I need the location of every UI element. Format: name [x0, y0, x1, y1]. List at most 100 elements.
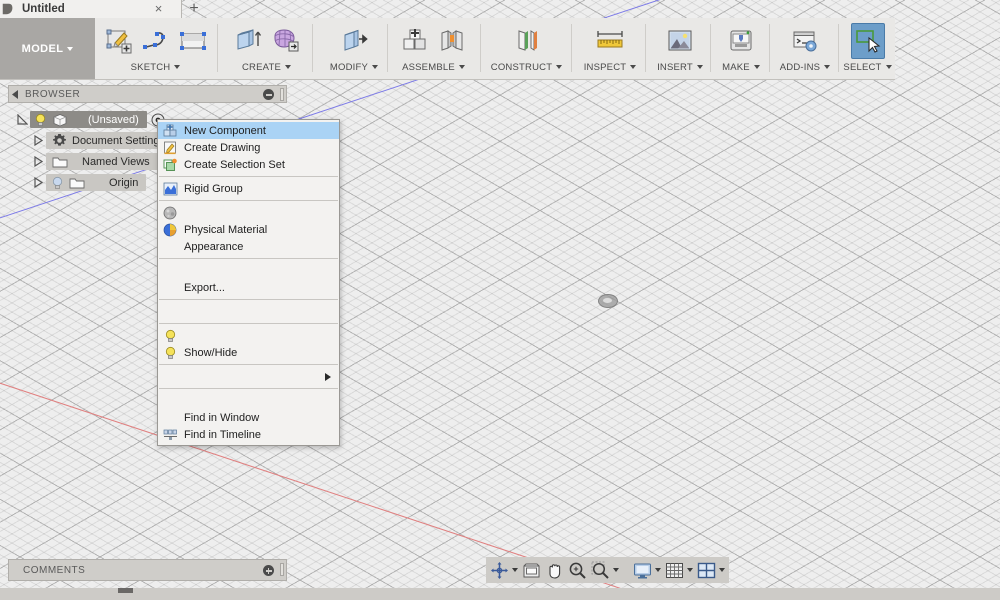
menu-item-export[interactable] — [158, 262, 339, 279]
menu-item-appearance[interactable]: Physical Material — [158, 221, 339, 238]
joint-icon[interactable] — [435, 23, 469, 59]
new-component-icon[interactable] — [398, 23, 432, 59]
menu-item-save-copy-as[interactable]: Export... — [158, 279, 339, 296]
menu-item-label: Show/Hide — [184, 346, 238, 359]
ribbon-group-label[interactable]: CREATE — [241, 62, 292, 73]
menu-item-create-selection-set[interactable]: Create Selection Set — [158, 156, 339, 173]
pan-hand-icon[interactable] — [543, 558, 566, 582]
group-label-text: INSERT — [657, 62, 693, 73]
ribbon-group-label[interactable]: SKETCH — [131, 62, 181, 73]
menu-separator — [159, 388, 338, 389]
menu-item-display-detail-control[interactable] — [158, 303, 339, 320]
group-label-text: CREATE — [241, 62, 282, 73]
chevron-down-icon — [285, 65, 292, 70]
tree-label: (Unsaved) — [88, 113, 139, 126]
grid-snaps-icon[interactable] — [663, 558, 695, 582]
collapse-left-icon[interactable] — [9, 86, 23, 102]
sketch-rectangle-icon[interactable] — [176, 23, 210, 59]
zoom-icon[interactable] — [566, 558, 589, 582]
lightbulb-icon[interactable] — [51, 176, 64, 190]
ribbon-group-assemble: ASSEMBLE — [390, 18, 477, 79]
menu-item-properties[interactable]: Appearance — [158, 238, 339, 255]
menu-item-do-not-capture-design-history[interactable]: Find in Timeline — [158, 426, 339, 443]
menu-item-physical-material[interactable] — [158, 204, 339, 221]
orbit-icon[interactable] — [488, 558, 520, 582]
gear-icon — [53, 134, 66, 146]
create-form-icon[interactable] — [268, 23, 302, 59]
group-divider — [217, 24, 218, 72]
close-icon[interactable]: × — [152, 2, 165, 15]
menu-item-rigid-group[interactable]: Rigid Group — [158, 180, 339, 197]
plus-icon[interactable]: + — [185, 1, 203, 17]
group-label-text: CONSTRUCT — [490, 62, 553, 73]
menu-item-show-all-components[interactable]: Show/Hide — [158, 344, 339, 361]
ribbon-toolbar: MODEL SKETCH CREATE MODIFY ASSEMBLE CONS… — [0, 18, 895, 80]
tree-label: Origin — [109, 176, 139, 189]
offset-plane-icon[interactable] — [510, 23, 544, 59]
menu-item-show-hide[interactable] — [158, 327, 339, 344]
collapsed-triangle-icon[interactable] — [30, 133, 46, 149]
browser-title: BROWSER — [25, 88, 81, 100]
ribbon-group-label[interactable]: MODIFY — [330, 62, 379, 73]
sketch-spline-icon[interactable] — [139, 23, 173, 59]
menu-item-new-component[interactable]: New Component — [158, 122, 339, 139]
lightbulb-icon — [161, 328, 179, 344]
comments-panel[interactable]: COMMENTS — [8, 559, 287, 581]
zoom-window-icon[interactable] — [589, 558, 621, 582]
extrude-icon[interactable] — [231, 23, 265, 59]
menu-item-label: New Component — [184, 124, 266, 137]
menu-item-find-in-timeline[interactable]: Find in Window — [158, 409, 339, 426]
document-tab-untitled[interactable]: Untitled × — [0, 0, 182, 18]
viewports-icon[interactable] — [695, 558, 727, 582]
menu-separator — [159, 364, 338, 365]
look-at-icon[interactable] — [520, 558, 543, 582]
menu-item-find-in-window[interactable] — [158, 392, 339, 409]
lightbulb-icon[interactable] — [34, 113, 47, 127]
press-pull-icon[interactable] — [337, 23, 371, 59]
measure-icon[interactable] — [593, 23, 627, 59]
timeline-marker[interactable] — [118, 588, 133, 593]
3d-print-icon[interactable] — [724, 23, 758, 59]
folder-icon — [52, 157, 68, 167]
tab-bar-empty-area — [203, 0, 1000, 18]
resize-grip-icon[interactable] — [280, 563, 284, 576]
menu-separator — [159, 323, 338, 324]
group-divider — [387, 24, 388, 72]
workspace-switcher-button[interactable]: MODEL — [0, 18, 95, 79]
ribbon-group-label[interactable]: CONSTRUCT — [490, 62, 563, 73]
group-divider — [645, 24, 646, 72]
display-settings-icon[interactable] — [631, 558, 663, 582]
ribbon-group-select: SELECT — [840, 18, 895, 79]
browser-header: BROWSER — [8, 85, 287, 103]
insert-image-icon[interactable] — [663, 23, 697, 59]
collapsed-triangle-icon[interactable] — [30, 154, 46, 170]
chevron-down-icon — [753, 65, 760, 70]
menu-item-opacity-control[interactable] — [158, 368, 339, 385]
collapsed-triangle-icon[interactable] — [30, 175, 46, 191]
panel-minus-icon[interactable] — [263, 89, 274, 100]
add-comment-icon[interactable] — [263, 565, 274, 576]
chevron-down-icon — [67, 46, 74, 51]
submenu-arrow-icon — [325, 372, 331, 381]
ribbon-group-label[interactable]: MAKE — [722, 62, 760, 73]
origin-point-icon[interactable] — [598, 294, 618, 308]
select-cursor-icon[interactable] — [850, 23, 885, 59]
ribbon-group-sketch: SKETCH — [97, 18, 214, 79]
create-sketch-icon[interactable] — [102, 23, 136, 59]
blank-icon — [161, 410, 179, 426]
blank-icon — [161, 393, 179, 409]
ribbon-group-label[interactable]: ASSEMBLE — [402, 62, 465, 73]
ribbon-group-label[interactable]: ADD-INS — [780, 62, 831, 73]
ribbon-group-label[interactable]: SELECT — [843, 62, 892, 73]
ribbon-group-label[interactable]: INSERT — [657, 62, 703, 73]
view-navigation-bar — [486, 557, 729, 583]
expanded-triangle-icon[interactable] — [14, 112, 30, 128]
scripts-addins-icon[interactable] — [788, 23, 822, 59]
appearance-icon — [161, 222, 179, 238]
blank-icon — [161, 239, 179, 255]
ribbon-group-create: CREATE — [224, 18, 309, 79]
resize-grip-icon[interactable] — [280, 88, 284, 101]
ribbon-group-make: MAKE — [712, 18, 770, 79]
ribbon-group-label[interactable]: INSPECT — [584, 62, 637, 73]
menu-item-create-drawing[interactable]: Create Drawing — [158, 139, 339, 156]
